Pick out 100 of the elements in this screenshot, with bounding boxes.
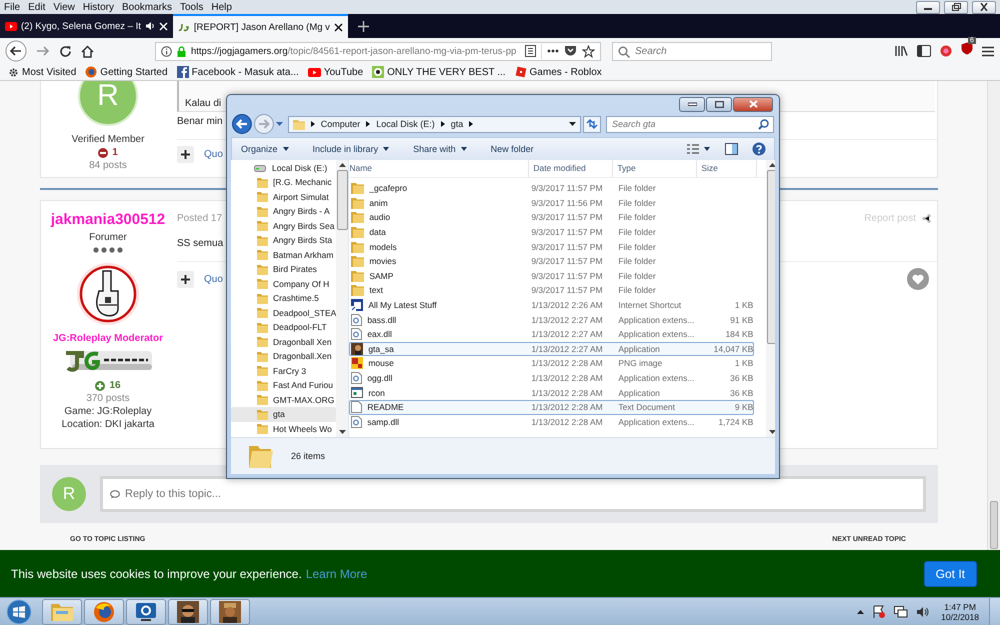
share-icon[interactable] <box>922 214 931 223</box>
chevron-icon[interactable] <box>366 121 370 127</box>
browser-tab[interactable]: [REPORT] Jason Arellano (Mg v <box>172 14 348 38</box>
taskbar-button[interactable] <box>126 598 166 624</box>
forward-icon[interactable] <box>36 45 50 57</box>
minimize-button[interactable] <box>679 96 705 112</box>
tree-item[interactable]: Angry Birds Sta <box>231 233 336 248</box>
scroll-thumb[interactable] <box>990 501 998 549</box>
tree-item[interactable]: Dragonball.Xen <box>231 349 336 364</box>
bookmark[interactable]: Getting Started <box>85 66 168 78</box>
bookmark[interactable]: Facebook - Masuk ata... <box>176 66 299 78</box>
multiquote-button[interactable] <box>177 270 194 288</box>
taskbar-button[interactable] <box>168 598 208 624</box>
scroll-up-icon[interactable] <box>338 163 346 167</box>
menu-item[interactable]: Help <box>211 2 232 12</box>
toolbar-button[interactable]: Organize <box>241 144 289 154</box>
more-icon[interactable] <box>547 49 559 53</box>
toolbar-button[interactable]: Include in library <box>312 144 390 154</box>
tree-item[interactable]: FarCry 3 <box>231 364 336 378</box>
breadcrumb-item[interactable]: Computer <box>320 119 360 129</box>
column-header[interactable]: Date modified <box>529 160 614 177</box>
file-row[interactable]: samp.dll 1/13/2012 2:28 AM Application extens... 1,724 KB <box>349 414 754 430</box>
scroll-up-icon[interactable] <box>768 163 775 167</box>
file-row[interactable]: movies 9/3/2017 11:57 PM File folder <box>349 254 754 269</box>
breadcrumb-item[interactable]: gta <box>450 119 464 129</box>
got-it-button[interactable]: Got It <box>924 560 977 586</box>
tree-item[interactable]: GMT-MAX.ORG <box>231 392 336 407</box>
address-bar[interactable]: Computer Local Disk (E:) gta <box>288 116 582 132</box>
file-row[interactable]: bass.dll 1/13/2012 2:27 AM Application extens... 91 KB <box>349 312 754 327</box>
tree-item[interactable]: Batman Arkham <box>231 248 336 262</box>
preview-pane-icon[interactable] <box>725 143 738 155</box>
minimize-button[interactable] <box>916 0 940 14</box>
tree-item[interactable]: Crashtime.5 <box>231 291 336 306</box>
tree-item[interactable]: Local Disk (E:) <box>231 161 336 175</box>
taskbar-button[interactable] <box>210 598 250 624</box>
help-icon[interactable] <box>752 142 766 156</box>
reader-view-icon[interactable] <box>525 45 536 57</box>
tree-item[interactable]: Airport Simulat <box>231 190 336 204</box>
file-row[interactable]: models 9/3/2017 11:57 PM File folder <box>349 239 754 254</box>
file-row[interactable]: mouse 1/13/2012 2:28 AM PNG image 1 KB <box>349 356 754 371</box>
pocket-icon[interactable] <box>564 45 577 57</box>
tree-item[interactable]: Fast And Furiou <box>231 378 336 392</box>
sidebar-icon[interactable] <box>917 45 931 57</box>
menu-item[interactable]: History <box>82 2 114 12</box>
tree-item[interactable]: Angry Birds Sea <box>231 218 336 233</box>
speaker-icon[interactable] <box>916 606 930 618</box>
clock-date[interactable]: 10/2/2018 <box>941 612 979 622</box>
scroll-down-icon[interactable] <box>768 430 775 434</box>
library-icon[interactable] <box>895 45 908 57</box>
info-icon[interactable] <box>161 46 172 56</box>
menu-item[interactable]: Bookmarks <box>122 2 172 12</box>
tree-item[interactable]: Deadpool_STEA <box>231 306 336 320</box>
close-button[interactable] <box>972 0 996 14</box>
column-header[interactable]: Name <box>349 160 530 177</box>
bookmark[interactable]: Games - Roblox <box>514 66 602 78</box>
toolbar-button[interactable]: New folder <box>490 144 534 154</box>
menu-item[interactable]: Tools <box>180 2 204 12</box>
scroll-down-icon[interactable] <box>338 430 346 434</box>
tree-item[interactable]: Hot Wheels Wo <box>231 422 336 436</box>
file-row[interactable]: All My Latest Stuff 1/13/2012 2:26 AM Internet Shortcut 1 KB <box>349 298 754 312</box>
tree-item[interactable]: Deadpool-FLT <box>231 320 336 334</box>
home-icon[interactable] <box>81 44 94 58</box>
bookmark[interactable]: YouTube <box>308 66 364 78</box>
file-row[interactable]: SAMP 9/3/2017 11:57 PM File folder <box>349 268 754 284</box>
menu-item[interactable]: File <box>4 2 20 12</box>
like-button[interactable] <box>907 268 929 290</box>
file-row[interactable]: audio 9/3/2017 11:57 PM File folder <box>349 210 754 225</box>
menu-item[interactable]: Edit <box>28 2 46 12</box>
dropdown-icon[interactable] <box>569 122 576 126</box>
browser-tab[interactable]: (2) Kygo, Selena Gomez – It <box>0 14 173 38</box>
menu-icon[interactable] <box>982 46 994 56</box>
quote-link[interactable]: Quo <box>204 274 223 284</box>
file-row[interactable]: eax.dll 1/13/2012 2:27 AM Application extens... 184 KB <box>349 326 754 342</box>
back-icon[interactable] <box>5 40 27 62</box>
toolbar-button[interactable]: Share with <box>413 144 467 154</box>
tree-item[interactable]: [R.G. Mechanic <box>231 175 336 190</box>
tree-item[interactable]: gta <box>231 407 336 422</box>
close-icon[interactable] <box>334 22 343 32</box>
maximize-button[interactable] <box>706 96 732 112</box>
reload-icon[interactable] <box>59 44 72 58</box>
extension-icon[interactable] <box>940 45 952 57</box>
bookmark[interactable]: Most Visited <box>8 66 76 78</box>
file-row[interactable]: anim 9/3/2017 11:56 PM File folder <box>349 196 754 210</box>
chevron-icon[interactable] <box>310 121 315 127</box>
column-header[interactable]: Size <box>697 160 758 177</box>
clock-time[interactable]: 1:47 PM <box>944 602 976 612</box>
chevron-icon[interactable] <box>469 121 474 127</box>
close-button[interactable] <box>733 96 773 112</box>
scroll-thumb[interactable] <box>766 170 775 344</box>
scrollbar[interactable] <box>987 81 1000 551</box>
star-icon[interactable] <box>582 44 595 58</box>
flag-icon[interactable] <box>872 605 886 618</box>
file-row[interactable]: text 9/3/2017 11:57 PM File folder <box>349 283 754 298</box>
speaker-icon[interactable] <box>144 21 155 31</box>
back-icon[interactable] <box>232 114 252 134</box>
address-bar[interactable]: https://jogjagamers.org/topic/84561-report-jason-arellano-mg-via-pm-terus-pp <box>155 42 601 60</box>
view-options-icon[interactable] <box>687 144 711 154</box>
file-row[interactable]: _gcafepro 9/3/2017 11:57 PM File folder <box>349 181 754 196</box>
refresh-button[interactable] <box>583 116 601 132</box>
chevron-icon[interactable] <box>440 121 445 127</box>
